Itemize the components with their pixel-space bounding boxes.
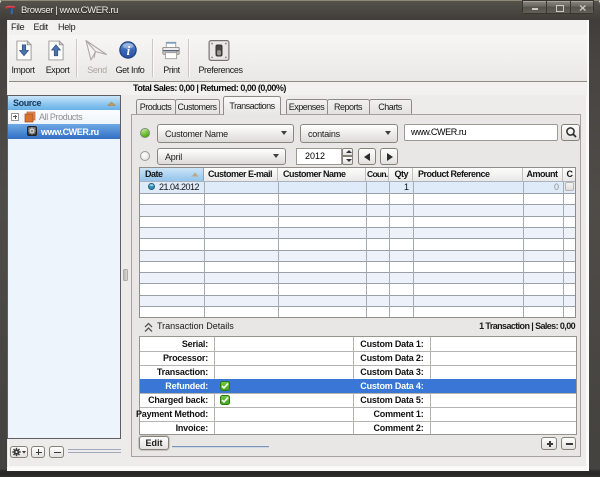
svg-text:i: i xyxy=(127,44,131,58)
